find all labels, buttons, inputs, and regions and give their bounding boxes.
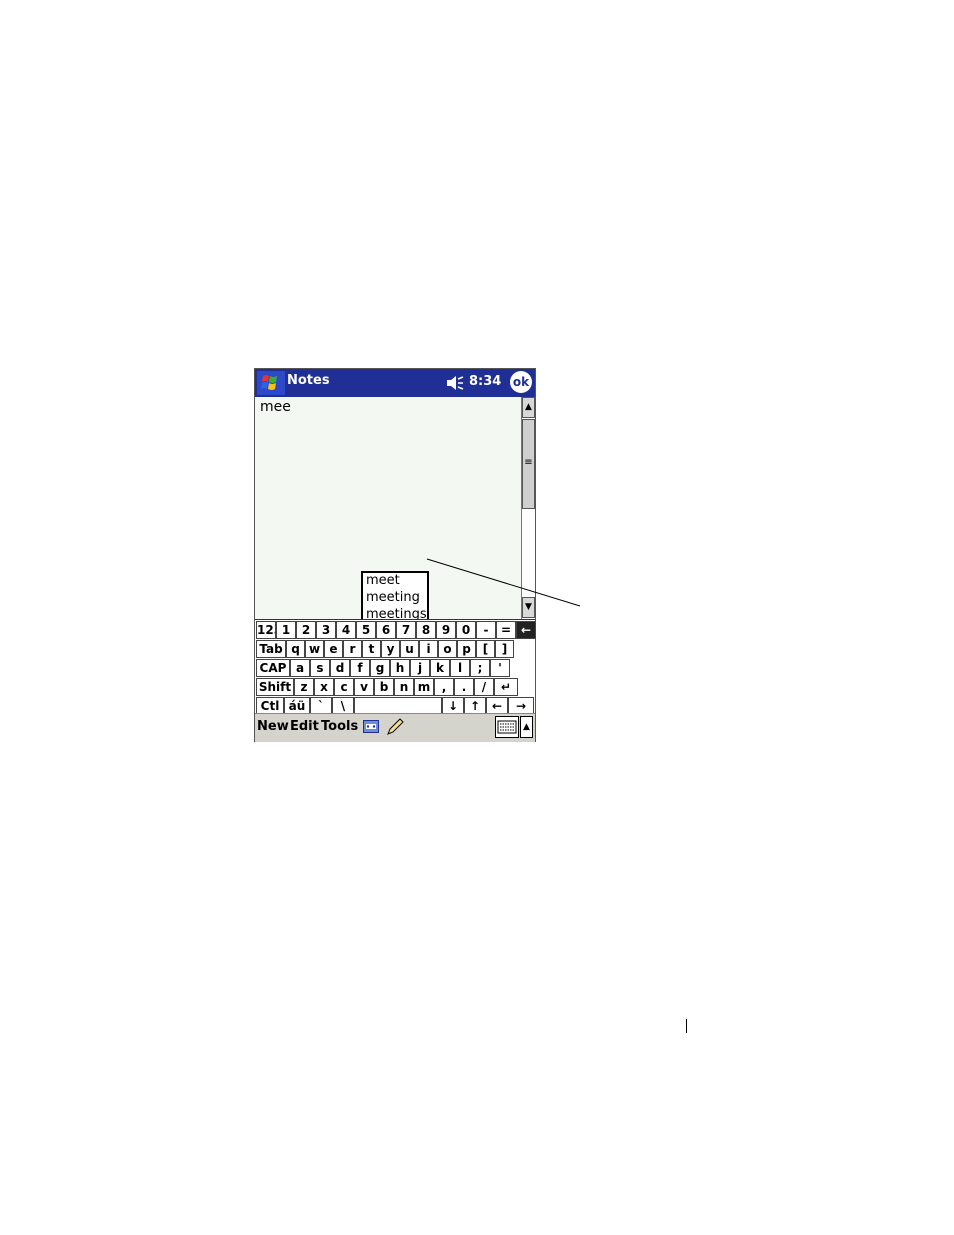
key[interactable]: . <box>454 678 474 696</box>
key[interactable]: l <box>450 659 470 677</box>
input-selector-arrow-icon[interactable]: ▲ <box>520 716 533 738</box>
key[interactable]: 6 <box>376 621 396 639</box>
soft-keyboard: 1231234567890-=←Tabqwertyuiop[]CAPasdfgh… <box>255 619 536 715</box>
scroll-down-arrow-icon[interactable]: ▼ <box>522 597 535 618</box>
key[interactable]: d <box>330 659 350 677</box>
title-bar: Notes 8:34 ok <box>255 369 535 397</box>
menu-tools[interactable]: Tools <box>321 719 358 734</box>
key[interactable]: x <box>314 678 334 696</box>
scrollbar-thumb[interactable]: ≡ <box>522 419 535 509</box>
key[interactable]: y <box>381 640 400 658</box>
key[interactable]: 3 <box>316 621 336 639</box>
keyboard-row: Shift z x c v b n m,. / ↵ <box>255 678 535 697</box>
key[interactable]: v <box>354 678 374 696</box>
key[interactable]: 2 <box>296 621 316 639</box>
suggestion-item[interactable]: meet <box>363 573 427 590</box>
note-document[interactable]: mee meet meeting meetings meets <box>255 397 521 645</box>
key[interactable]: / <box>474 678 494 696</box>
keyboard-icon[interactable] <box>495 716 519 738</box>
key[interactable]: 1 <box>276 621 296 639</box>
menu-edit[interactable]: Edit <box>290 719 319 734</box>
key[interactable]: u <box>400 640 419 658</box>
key[interactable]: o <box>438 640 457 658</box>
key[interactable]: r <box>343 640 362 658</box>
key[interactable]: f <box>350 659 370 677</box>
key[interactable]: h <box>390 659 410 677</box>
pocket-pc-screen: Notes 8:34 ok mee meet meeting meetings … <box>254 368 536 742</box>
key[interactable]: t <box>362 640 381 658</box>
key[interactable]: [ <box>476 640 495 658</box>
key[interactable]: 0 <box>456 621 476 639</box>
recording-icon[interactable] <box>363 720 379 733</box>
keyboard-row: CAP a s d f g h j k l; ' <box>255 659 535 678</box>
windows-start-icon[interactable] <box>257 371 285 395</box>
key[interactable]: i <box>419 640 438 658</box>
key[interactable]: ← <box>516 621 536 639</box>
key[interactable]: Shift <box>256 678 294 696</box>
key[interactable]: 123 <box>256 621 276 639</box>
key[interactable]: p <box>457 640 476 658</box>
key[interactable]: g <box>370 659 390 677</box>
key[interactable]: c <box>334 678 354 696</box>
key[interactable]: e <box>324 640 343 658</box>
key[interactable]: ] <box>495 640 514 658</box>
key[interactable]: z <box>294 678 314 696</box>
key[interactable]: b <box>374 678 394 696</box>
clock[interactable]: 8:34 <box>469 374 501 389</box>
key[interactable]: - <box>476 621 496 639</box>
menu-new[interactable]: New <box>257 719 289 734</box>
page-edge-mark <box>686 1019 687 1033</box>
key[interactable]: = <box>496 621 516 639</box>
app-title: Notes <box>287 373 330 388</box>
menu-bar: New Edit Tools ▲ <box>255 713 535 742</box>
key[interactable]: CAP <box>256 659 290 677</box>
key[interactable]: ' <box>490 659 510 677</box>
note-text[interactable]: mee <box>260 399 291 415</box>
key[interactable]: 4 <box>336 621 356 639</box>
key[interactable]: m <box>414 678 434 696</box>
scroll-up-arrow-icon[interactable]: ▲ <box>522 397 535 418</box>
key[interactable]: 5 <box>356 621 376 639</box>
keyboard-row: Tab q w e r t y u i o p[] <box>255 640 535 659</box>
key[interactable]: ; <box>470 659 490 677</box>
key[interactable]: 8 <box>416 621 436 639</box>
key[interactable]: k <box>430 659 450 677</box>
key[interactable]: w <box>305 640 324 658</box>
key[interactable]: Tab <box>256 640 286 658</box>
suggestion-item[interactable]: meeting <box>363 590 427 607</box>
ok-button[interactable]: ok <box>510 371 532 393</box>
key[interactable]: s <box>310 659 330 677</box>
key[interactable]: ↵ <box>494 678 518 696</box>
key[interactable]: 7 <box>396 621 416 639</box>
vertical-scrollbar[interactable]: ▲ ≡ ▼ <box>521 397 535 619</box>
key[interactable]: j <box>410 659 430 677</box>
key[interactable]: 9 <box>436 621 456 639</box>
keyboard-row: 1231234567890-=← <box>255 621 536 640</box>
speaker-muted-icon[interactable] <box>445 374 465 392</box>
key[interactable]: a <box>290 659 310 677</box>
key[interactable]: , <box>434 678 454 696</box>
key[interactable]: n <box>394 678 414 696</box>
key[interactable]: q <box>286 640 305 658</box>
pen-icon[interactable] <box>386 718 404 736</box>
